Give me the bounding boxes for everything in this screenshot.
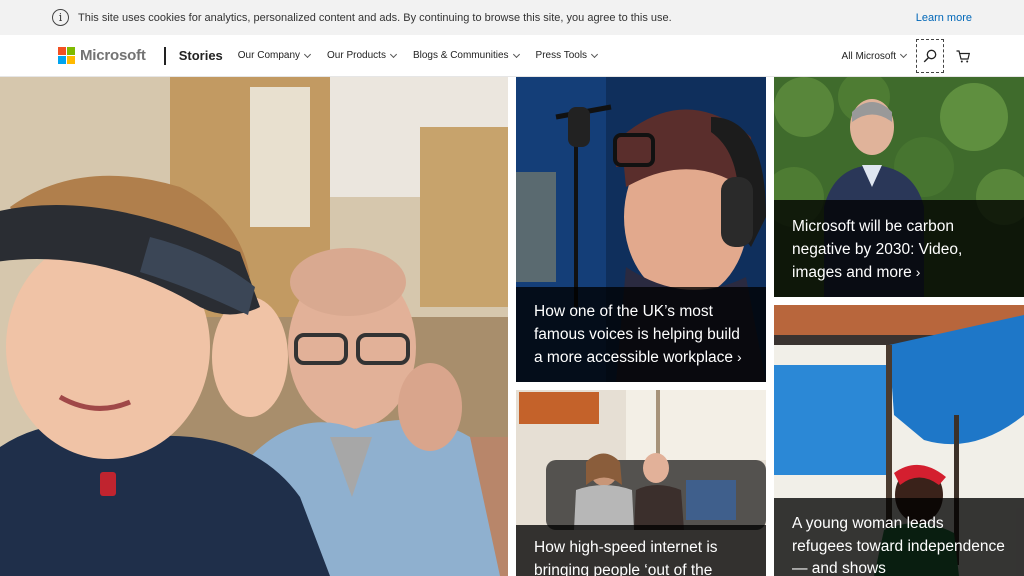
cart-icon xyxy=(956,49,970,62)
accessible-workplace-story-tile[interactable]: How one of the UK’s most famous voices i… xyxy=(516,77,766,382)
cart-button[interactable] xyxy=(956,49,970,63)
story-caption: A young woman leads refugees toward inde… xyxy=(774,498,1024,576)
hero-story-tile[interactable] xyxy=(0,77,508,576)
header-divider xyxy=(163,46,166,65)
nav-press-tools[interactable]: Press Tools xyxy=(536,50,599,61)
cookie-message: This site uses cookies for analytics, pe… xyxy=(78,11,672,24)
chevron-right-icon: › xyxy=(915,264,921,280)
chevron-down-icon xyxy=(512,50,520,58)
info-icon: i xyxy=(52,9,69,26)
chevron-down-icon xyxy=(303,50,312,58)
story-caption: How one of the UK’s most famous voices i… xyxy=(516,287,766,382)
chevron-down-icon xyxy=(591,50,599,58)
nav-blogs-communities[interactable]: Blogs & Communities xyxy=(413,50,520,61)
cookie-banner: i This site uses cookies for analytics, … xyxy=(0,0,1024,35)
chevron-down-icon xyxy=(899,50,908,59)
main-nav: Our Company Our Products Blogs & Communi… xyxy=(238,50,614,61)
learn-more-link[interactable]: Learn more xyxy=(916,12,972,24)
all-microsoft-menu[interactable]: All Microsoft xyxy=(842,50,908,62)
brand-name: Microsoft xyxy=(80,47,146,64)
carbon-negative-story-tile[interactable]: Microsoft will be carbon negative by 203… xyxy=(774,77,1024,297)
story-caption: Microsoft will be carbon negative by 203… xyxy=(774,200,1024,297)
header-right: All Microsoft xyxy=(842,35,1024,77)
search-icon xyxy=(923,49,937,63)
hero-story-image xyxy=(0,77,508,576)
microsoft-logo[interactable]: Microsoft xyxy=(58,47,146,64)
refugees-story-tile[interactable]: A young woman leads refugees toward inde… xyxy=(774,305,1024,576)
microsoft-logo-icon xyxy=(58,47,75,64)
high-speed-internet-story-tile[interactable]: How high-speed internet is bringing peop… xyxy=(516,390,766,576)
nav-our-products[interactable]: Our Products xyxy=(327,50,397,61)
story-caption: How high-speed internet is bringing peop… xyxy=(516,525,766,576)
chevron-right-icon: › xyxy=(737,349,742,365)
chevron-down-icon xyxy=(389,50,397,58)
site-header: Microsoft Stories Our Company Our Produc… xyxy=(0,35,1024,77)
nav-our-company[interactable]: Our Company xyxy=(238,50,312,61)
stories-link[interactable]: Stories xyxy=(179,48,223,63)
search-button[interactable] xyxy=(916,39,944,73)
